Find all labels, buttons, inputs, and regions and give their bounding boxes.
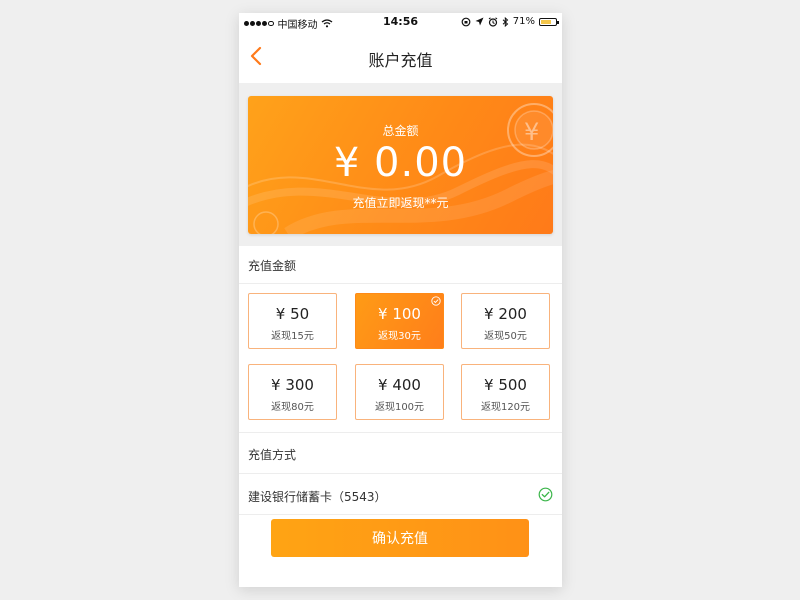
balance-card: ¥ 总金额 ¥ 0.00 充值立即返现**元 [248, 96, 553, 234]
bluetooth-icon [502, 16, 509, 27]
amount-option[interactable]: ¥ 50 返现15元 [248, 293, 337, 349]
phone-screen: 中国移动 14:56 71% 账户充值 ¥ 总金额 ¥ 0.00 充值立即返现*… [239, 13, 562, 587]
divider [239, 283, 562, 284]
option-rebate: 返现100元 [374, 402, 425, 413]
payment-method-title: 充值方式 [248, 448, 297, 462]
amount-option[interactable]: ¥ 400 返现100元 [355, 364, 444, 420]
payment-method-row[interactable]: 建设银行储蓄卡（5543） [239, 473, 562, 515]
option-rebate: 返现30元 [378, 331, 421, 342]
option-rebate: 返现80元 [271, 402, 314, 413]
total-amount-label: 总金额 [382, 124, 419, 138]
location-arrow-icon [475, 17, 484, 26]
option-amount: ¥ 500 [484, 376, 527, 394]
total-amount-value: ¥ 0.00 [333, 140, 468, 186]
navigation-bar: 账户充值 [239, 31, 562, 83]
recharge-amount-section: 充值金额 ¥ 50 返现15元 ¥ 100 返现30元 ¥ 200 返现50元 ¥ 300 返… [239, 246, 562, 432]
battery-level [541, 19, 551, 24]
footer: 确认充值 [239, 515, 562, 587]
option-rebate: 返现120元 [480, 402, 531, 413]
recharge-amount-title: 充值金额 [248, 259, 297, 273]
check-circle-icon [538, 487, 553, 502]
status-bar: 中国移动 14:56 71% [239, 13, 562, 31]
option-amount: ¥ 200 [484, 305, 527, 323]
cashback-note: 充值立即返现**元 [352, 196, 449, 210]
option-amount: ¥ 300 [271, 376, 314, 394]
page-title: 账户充值 [368, 51, 433, 70]
option-rebate: 返现15元 [271, 331, 314, 342]
amount-option[interactable]: ¥ 500 返现120元 [461, 364, 550, 420]
battery-percent: 71% [512, 16, 535, 27]
confirm-recharge-button[interactable]: 确认充值 [271, 519, 529, 557]
option-rebate: 返现50元 [484, 331, 527, 342]
balance-banner: ¥ 总金额 ¥ 0.00 充值立即返现**元 [239, 83, 562, 246]
option-amount: ¥ 50 [275, 305, 310, 323]
selected-check-icon [431, 296, 441, 306]
battery-icon [539, 17, 559, 26]
status-right-group: 71% [461, 16, 559, 27]
amount-option[interactable]: ¥ 200 返现50元 [461, 293, 550, 349]
rotation-lock-icon [461, 17, 471, 26]
option-amount: ¥ 400 [378, 376, 421, 394]
payment-method-header: 充值方式 [239, 432, 562, 473]
payment-method-label: 建设银行储蓄卡（5543） [248, 490, 387, 504]
amount-option[interactable]: ¥ 300 返现80元 [248, 364, 337, 420]
option-amount: ¥ 100 [378, 305, 421, 323]
alarm-icon [488, 16, 498, 27]
amount-option[interactable]: ¥ 100 返现30元 [355, 293, 444, 349]
